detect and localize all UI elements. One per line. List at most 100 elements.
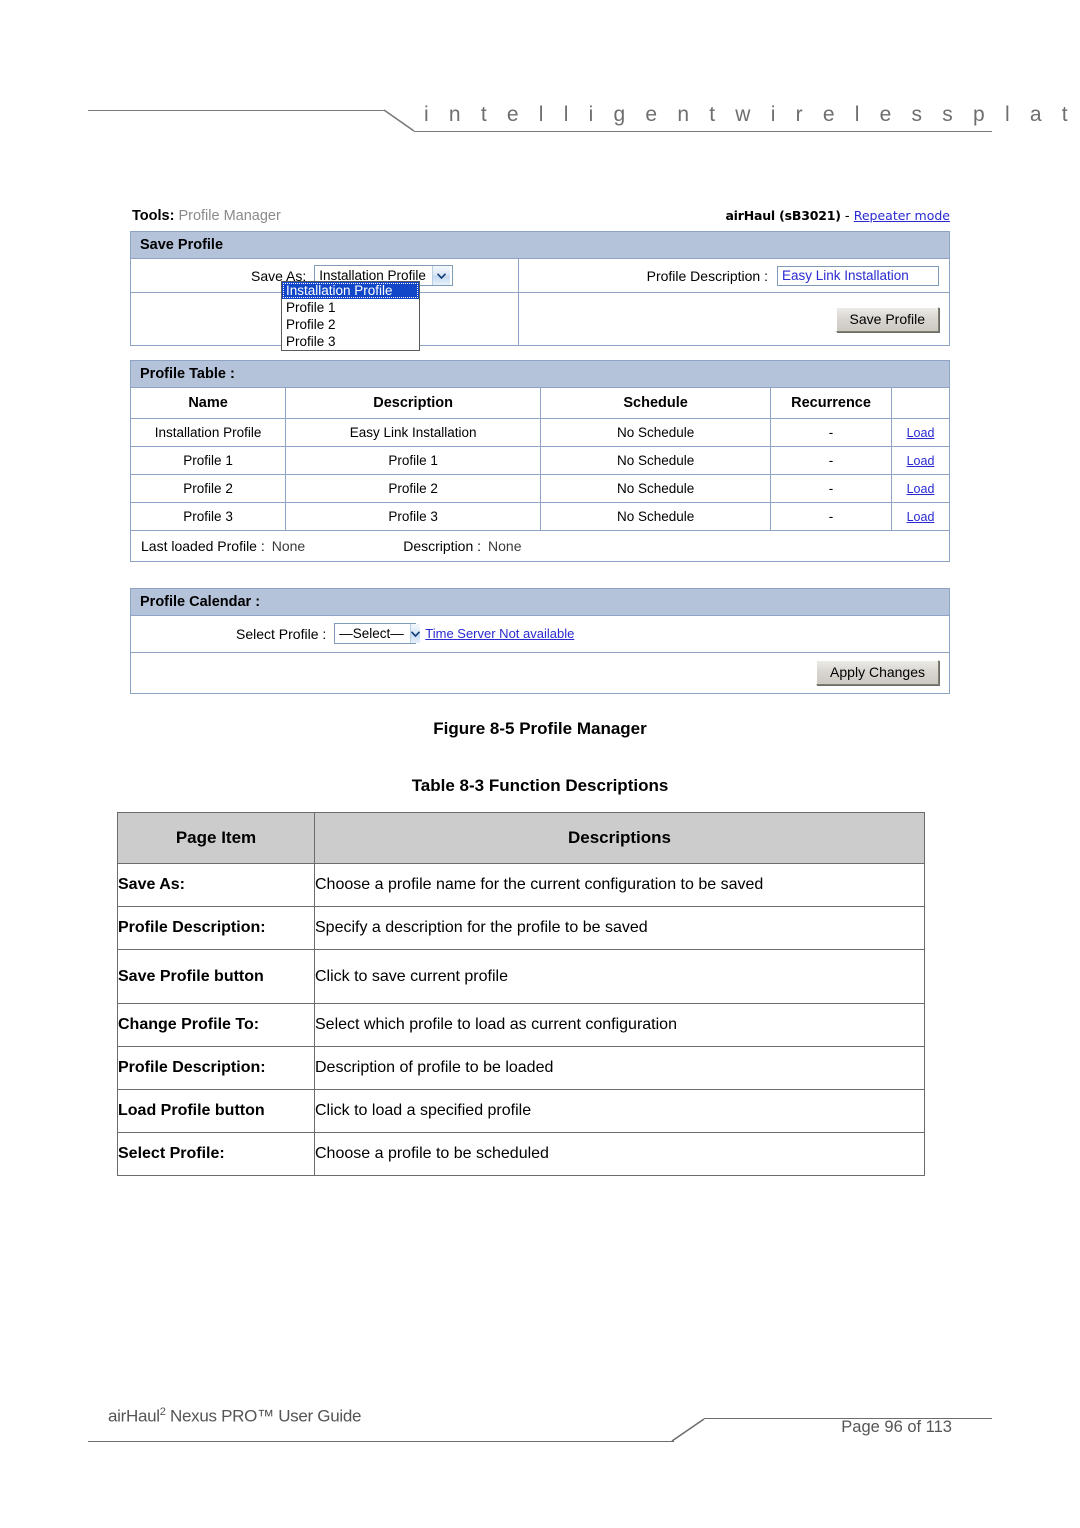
column-header-description: Description — [285, 388, 542, 419]
function-descriptions-table: Page Item Descriptions Save As: Choose a… — [117, 812, 925, 1176]
time-server-link[interactable]: Time Server Not available — [425, 626, 574, 641]
function-descriptions-table-wrap: Page Item Descriptions Save As: Choose a… — [117, 812, 925, 1176]
header-diagonal-connector — [383, 109, 415, 132]
profile-description-input[interactable]: Easy Link Installation — [777, 265, 939, 286]
load-profile-link[interactable]: Load — [907, 454, 935, 468]
cell-recurrence: - — [770, 418, 892, 447]
device-info: airHaul (sB3021) - Repeater mode — [725, 208, 950, 224]
function-description: Choose a profile to be scheduled — [314, 1132, 925, 1176]
breadcrumb-section: Tools — [132, 208, 170, 224]
function-item: Change Profile To: — [117, 1003, 315, 1047]
select-profile-value: —Select— — [339, 626, 404, 641]
save-profile-action-row: Save Profile — [131, 293, 949, 345]
function-description: Click to load a specified profile — [314, 1089, 925, 1133]
function-table-header-row: Page Item Descriptions — [117, 812, 925, 864]
load-profile-link[interactable]: Load — [907, 426, 935, 440]
function-description: Specify a description for the profile to… — [314, 906, 925, 950]
function-item: Load Profile button — [117, 1089, 315, 1133]
profile-calendar-panel: Profile Calendar : Select Profile : —Sel… — [130, 588, 950, 694]
footer-guide-prefix: airHaul — [108, 1406, 160, 1426]
table-row: Profile 3 Profile 3 No Schedule - Load — [131, 502, 950, 531]
function-description: Choose a profile name for the current co… — [314, 863, 925, 907]
cell-schedule: No Schedule — [540, 474, 772, 503]
profile-table-panel: Profile Table : Name Description Schedul… — [130, 360, 950, 562]
footer-diagonal-connector — [671, 1418, 705, 1442]
select-profile-label: Select Profile : — [236, 625, 327, 642]
dropdown-option-3[interactable]: Profile 3 — [282, 333, 419, 350]
table-row: Profile Description: Specify a descripti… — [117, 906, 925, 950]
column-header-schedule: Schedule — [540, 388, 772, 419]
table-row: Select Profile: Choose a profile to be s… — [117, 1132, 925, 1176]
profile-table-header-row: Name Description Schedule Recurrence — [131, 388, 949, 419]
device-model: airHaul (sB3021) — [725, 208, 841, 223]
footer-guide-suffix: Nexus PRO™ User Guide — [165, 1406, 362, 1426]
device-info-dash: - — [844, 209, 850, 224]
profile-calendar-panel-title: Profile Calendar : — [131, 589, 949, 616]
load-profile-link[interactable]: Load — [907, 510, 935, 524]
cell-name: Profile 1 — [131, 446, 287, 475]
last-loaded-label: Last loaded Profile : — [141, 538, 265, 554]
breadcrumb-separator: : — [169, 208, 175, 224]
cell-name: Profile 3 — [131, 502, 287, 530]
footer-page-number: Page 96 of 113 — [841, 1418, 952, 1436]
function-item: Save As: — [117, 863, 315, 907]
last-loaded-profile-row: Last loaded Profile : None Description :… — [131, 530, 949, 561]
function-item: Save Profile button — [117, 949, 315, 1004]
cell-action: Load — [891, 474, 949, 503]
cell-schedule: No Schedule — [540, 418, 772, 447]
profile-description-label: Profile Description : — [646, 267, 768, 284]
cell-description: Profile 1 — [285, 446, 542, 475]
last-loaded-description-value: None — [488, 538, 522, 554]
cell-description: Profile 3 — [285, 502, 542, 530]
function-item: Profile Description: — [117, 1046, 315, 1090]
column-header-action — [891, 388, 949, 419]
apply-changes-button[interactable]: Apply Changes — [816, 660, 939, 685]
profile-description-cell: Profile Description : Easy Link Installa… — [519, 259, 949, 292]
table-row: Profile Description: Description of prof… — [117, 1046, 925, 1090]
function-description: Click to save current profile — [314, 949, 925, 1004]
header-tagline: i n t e l l i g e n t w i r e l e s s p … — [424, 103, 1080, 126]
table-caption: Table 8-3 Function Descriptions — [411, 776, 669, 795]
figure-caption: Figure 8-5 Profile Manager — [433, 719, 647, 738]
table-row: Save Profile button Click to save curren… — [117, 949, 925, 1004]
footer-rule-left — [88, 1441, 674, 1442]
screenshot-topbar: Tools: Profile Manager airHaul (sB3021) … — [130, 205, 950, 231]
cell-schedule: No Schedule — [540, 446, 772, 475]
cell-action: Load — [891, 446, 949, 475]
cell-name: Profile 2 — [131, 474, 287, 503]
save-profile-button[interactable]: Save Profile — [835, 306, 939, 332]
cell-action: Load — [892, 503, 950, 531]
select-profile-row: Select Profile : —Select— Time Server No… — [131, 616, 949, 652]
column-header-recurrence: Recurrence — [770, 388, 892, 419]
function-item: Select Profile: — [117, 1132, 315, 1176]
function-item: Profile Description: — [117, 906, 315, 950]
chevron-down-icon[interactable] — [431, 266, 450, 285]
apply-changes-row: Apply Changes — [131, 652, 949, 693]
table-row: Load Profile button Click to load a spec… — [117, 1089, 925, 1133]
table-row: Profile 1 Profile 1 No Schedule - Load — [131, 446, 949, 475]
save-profile-action-right: Save Profile — [519, 293, 949, 345]
cell-action: Load — [891, 418, 949, 447]
load-profile-link[interactable]: Load — [907, 482, 935, 496]
profile-manager-screenshot: Tools: Profile Manager airHaul (sB3021) … — [130, 205, 950, 694]
repeater-mode-link[interactable]: Repeater mode — [854, 208, 950, 223]
dropdown-option-1[interactable]: Profile 1 — [282, 299, 419, 316]
save-profile-fields-row: Save As: Installation Profile Profile De… — [131, 259, 949, 293]
save-as-dropdown-list[interactable]: Installation Profile Profile 1 Profile 2… — [281, 281, 420, 351]
column-header-name: Name — [131, 388, 287, 419]
cell-description: Profile 2 — [285, 474, 542, 503]
table-row: Installation Profile Easy Link Installat… — [131, 418, 949, 447]
dropdown-option-0[interactable]: Installation Profile — [282, 282, 419, 299]
column-header-descriptions: Descriptions — [314, 812, 925, 864]
select-profile-row-inner: Select Profile : —Select— Time Server No… — [131, 623, 949, 644]
cell-recurrence: - — [770, 502, 892, 530]
chevron-down-icon[interactable] — [409, 624, 420, 643]
table-row: Profile 2 Profile 2 No Schedule - Load — [131, 474, 949, 503]
table-row: Change Profile To: Select which profile … — [117, 1003, 925, 1047]
profile-table-panel-title: Profile Table : — [131, 361, 949, 388]
cell-description: Easy Link Installation — [285, 418, 542, 447]
select-profile-select[interactable]: —Select— — [334, 623, 420, 644]
dropdown-option-2[interactable]: Profile 2 — [282, 316, 419, 333]
function-description: Select which profile to load as current … — [314, 1003, 925, 1047]
breadcrumb: Tools: Profile Manager — [132, 208, 281, 224]
